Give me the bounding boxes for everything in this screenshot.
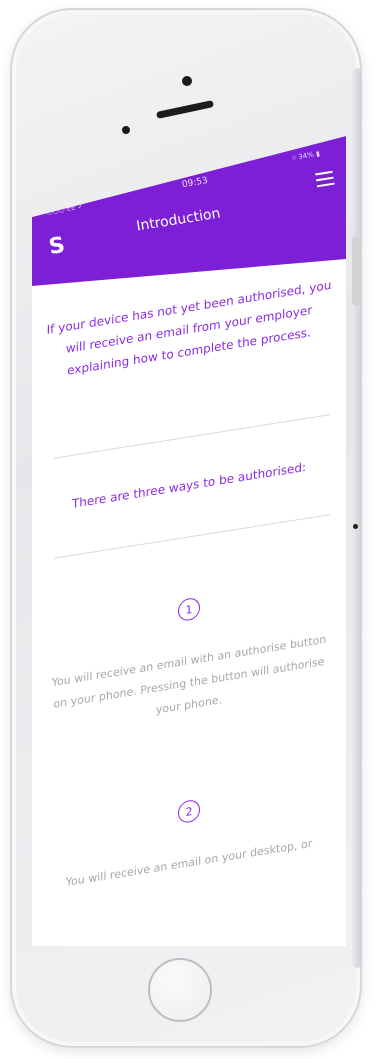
step-text: You will receive an email with an author… (51, 632, 327, 717)
phone-screen: ••○○○ EE ✓ 09:53 ⌾ 34% ▮ Introduction S … (32, 136, 346, 946)
side-button (352, 236, 360, 306)
hamburger-menu-icon[interactable] (314, 170, 335, 190)
side-dot (353, 524, 358, 529)
step-number-badge: 2 (178, 798, 200, 825)
divider (54, 514, 330, 559)
front-camera-icon (182, 76, 192, 86)
step-text: You will receive an email on your deskto… (65, 836, 313, 889)
step-number-badge: 1 (178, 596, 200, 623)
phone-body: ••○○○ EE ✓ 09:53 ⌾ 34% ▮ Introduction S … (10, 8, 362, 1048)
intro-paragraph: If your device has not yet been authoris… (46, 277, 332, 378)
phone-edge (352, 68, 362, 968)
home-button[interactable] (148, 958, 212, 1022)
earpiece-speaker (155, 100, 215, 119)
proximity-sensor (122, 126, 130, 134)
app-logo-icon[interactable]: S (44, 233, 69, 260)
ways-heading: There are three ways to be authorised: (71, 459, 307, 511)
divider (54, 414, 330, 459)
device-mockup-stage: ••○○○ EE ✓ 09:53 ⌾ 34% ▮ Introduction S … (0, 0, 375, 1059)
